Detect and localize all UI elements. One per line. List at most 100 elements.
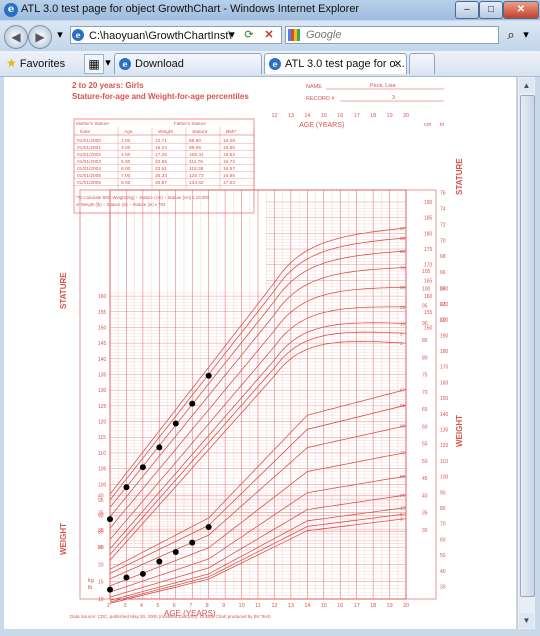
bmi-note-2: or Weight (lb) ÷ Stature (in) ÷ Stature … <box>76 202 166 207</box>
ie-page-icon: e <box>269 58 281 70</box>
close-tab-icon[interactable]: ✕ <box>394 54 402 74</box>
forward-button[interactable]: ▶ <box>28 25 52 49</box>
pound-tick-label: 40 <box>440 569 446 575</box>
weight-data-point <box>172 549 179 556</box>
table-cell: 6.00 <box>121 166 131 172</box>
tab-atl-test-page[interactable]: e ATL 3.0 test page for o... ✕ <box>264 53 407 74</box>
weight-tick-label: 95 <box>422 304 428 310</box>
stature-data-point <box>107 516 113 523</box>
table-cell: 23.61 <box>155 166 167 172</box>
table-cell: 8.00 <box>121 180 131 186</box>
age-tick-label: 19 <box>387 113 393 119</box>
pound-tick-label: 180 <box>440 349 449 355</box>
percentile-label: 97 <box>400 387 406 392</box>
table-cell: 16.24 <box>155 145 167 151</box>
table-cell: 5.00 <box>121 159 131 165</box>
pound-tick-label: 80 <box>440 506 446 512</box>
stature-tick-label: 120 <box>98 420 107 426</box>
address-dropdown-icon[interactable]: ▾ <box>226 26 238 44</box>
percentile-label: 10 <box>400 321 406 326</box>
inch-tick-label: 74 <box>440 206 446 212</box>
stature-tick-label: 130 <box>98 388 107 394</box>
percentile-label: 75 <box>400 450 406 455</box>
chart-footer: Data Source: CDC, published May 30, 2000… <box>70 614 271 619</box>
stature-data-point <box>139 464 146 471</box>
maximize-button[interactable]: □ <box>479 1 503 19</box>
scroll-up-icon[interactable]: ▲ <box>519 78 534 93</box>
weight-data-point <box>123 574 130 581</box>
pound-tick-label: 50 <box>440 553 446 559</box>
search-icon[interactable]: ⌕ <box>503 26 519 44</box>
inch-tick-label: 68 <box>440 254 446 260</box>
pound-tick-label: 130 <box>440 428 449 434</box>
back-button[interactable]: ◀ <box>4 25 28 49</box>
pound-tick-label: 30 <box>440 584 446 590</box>
pound-tick-label: 160 <box>440 380 449 386</box>
new-tab-button[interactable] <box>409 53 435 74</box>
name-value: Peck, Lisa <box>370 83 396 89</box>
age-tick-label: 17 <box>354 113 360 119</box>
weight-tick-label: 35 <box>422 511 428 517</box>
record-value: 3 <box>392 95 395 101</box>
table-cell: 16.57 <box>223 166 235 172</box>
age-tick-label: 18 <box>370 113 376 119</box>
percentile-label: 95 <box>400 403 406 408</box>
favorites-button[interactable]: ★ Favorites <box>6 56 65 70</box>
weight-tick-label: 25 <box>98 545 104 551</box>
father-stature-label: Father's Stature <box>174 121 206 126</box>
tab-list-dropdown-icon[interactable]: ▾ <box>103 54 113 72</box>
search-options-icon[interactable]: ▾ <box>520 26 532 44</box>
age-tick-label: 17 <box>354 603 360 609</box>
stature-tick-label: 170 <box>424 263 433 269</box>
search-input[interactable]: Google <box>285 26 499 44</box>
window-title: ATL 3.0 test page for object GrowthChart… <box>21 3 360 15</box>
history-dropdown-icon[interactable]: ▾ <box>54 26 66 44</box>
vertical-scrollbar[interactable]: ▲ ▼ <box>517 77 535 629</box>
table-cell: 99.06 <box>189 145 201 151</box>
table-cell: 17.03 <box>223 180 235 186</box>
close-button[interactable]: ✕ <box>503 1 539 19</box>
table-cell: 01/01/2002 <box>77 152 101 158</box>
table-cell: 01/01/2004 <box>77 166 101 172</box>
age-tick-label: 5 <box>156 603 159 609</box>
inch-tick-label: 66 <box>440 270 446 276</box>
table-cell: 125.73 <box>189 173 204 179</box>
percentile-label: 5 <box>400 331 403 336</box>
age-tick-label: 3 <box>123 603 126 609</box>
quick-tabs-icon[interactable]: ▦ <box>84 54 104 74</box>
weight-tick-label: 30 <box>422 528 428 534</box>
cm-label: cm <box>424 122 432 128</box>
browser-window: e ATL 3.0 test page for object GrowthCha… <box>0 0 540 636</box>
pound-tick-label: 220 <box>440 286 449 292</box>
table-cell: 88.90 <box>189 138 201 144</box>
age-tick-label: 20 <box>403 113 409 119</box>
weight-tick-label: 100 <box>422 286 431 292</box>
pound-tick-label: 100 <box>440 475 449 481</box>
scroll-thumb[interactable] <box>520 95 535 597</box>
table-cell: 15.52 <box>223 152 235 158</box>
scroll-down-icon[interactable]: ▼ <box>519 613 534 628</box>
stature-tick-label: 125 <box>98 404 107 410</box>
stature-tick-label: 155 <box>98 310 107 316</box>
in-label: in <box>440 122 444 128</box>
weight-tick-label: 35 <box>98 511 104 517</box>
favorites-label: Favorites <box>19 58 66 70</box>
weight-tick-label: 20 <box>98 562 104 568</box>
age-tick-label: 14 <box>304 113 310 119</box>
tab-download[interactable]: e Download <box>114 53 262 74</box>
percentile-label: 25 <box>400 305 406 310</box>
weight-data-point <box>139 570 146 577</box>
pound-tick-label: 170 <box>440 365 449 371</box>
refresh-icon[interactable]: ⟳ <box>242 26 256 44</box>
inch-tick-label: 70 <box>440 238 446 244</box>
lb-label: lb <box>88 585 92 591</box>
table-header: Stature <box>192 129 208 135</box>
stop-icon[interactable]: ✕ <box>262 26 276 44</box>
age-tick-label: 15 <box>321 603 327 609</box>
pound-tick-label: 60 <box>440 537 446 543</box>
pound-tick-label: 110 <box>440 459 448 465</box>
pound-tick-label: 190 <box>440 333 449 339</box>
pound-tick-label: 70 <box>440 522 446 528</box>
weight-tick-label: 15 <box>98 580 104 586</box>
minimize-button[interactable]: – <box>455 1 479 19</box>
